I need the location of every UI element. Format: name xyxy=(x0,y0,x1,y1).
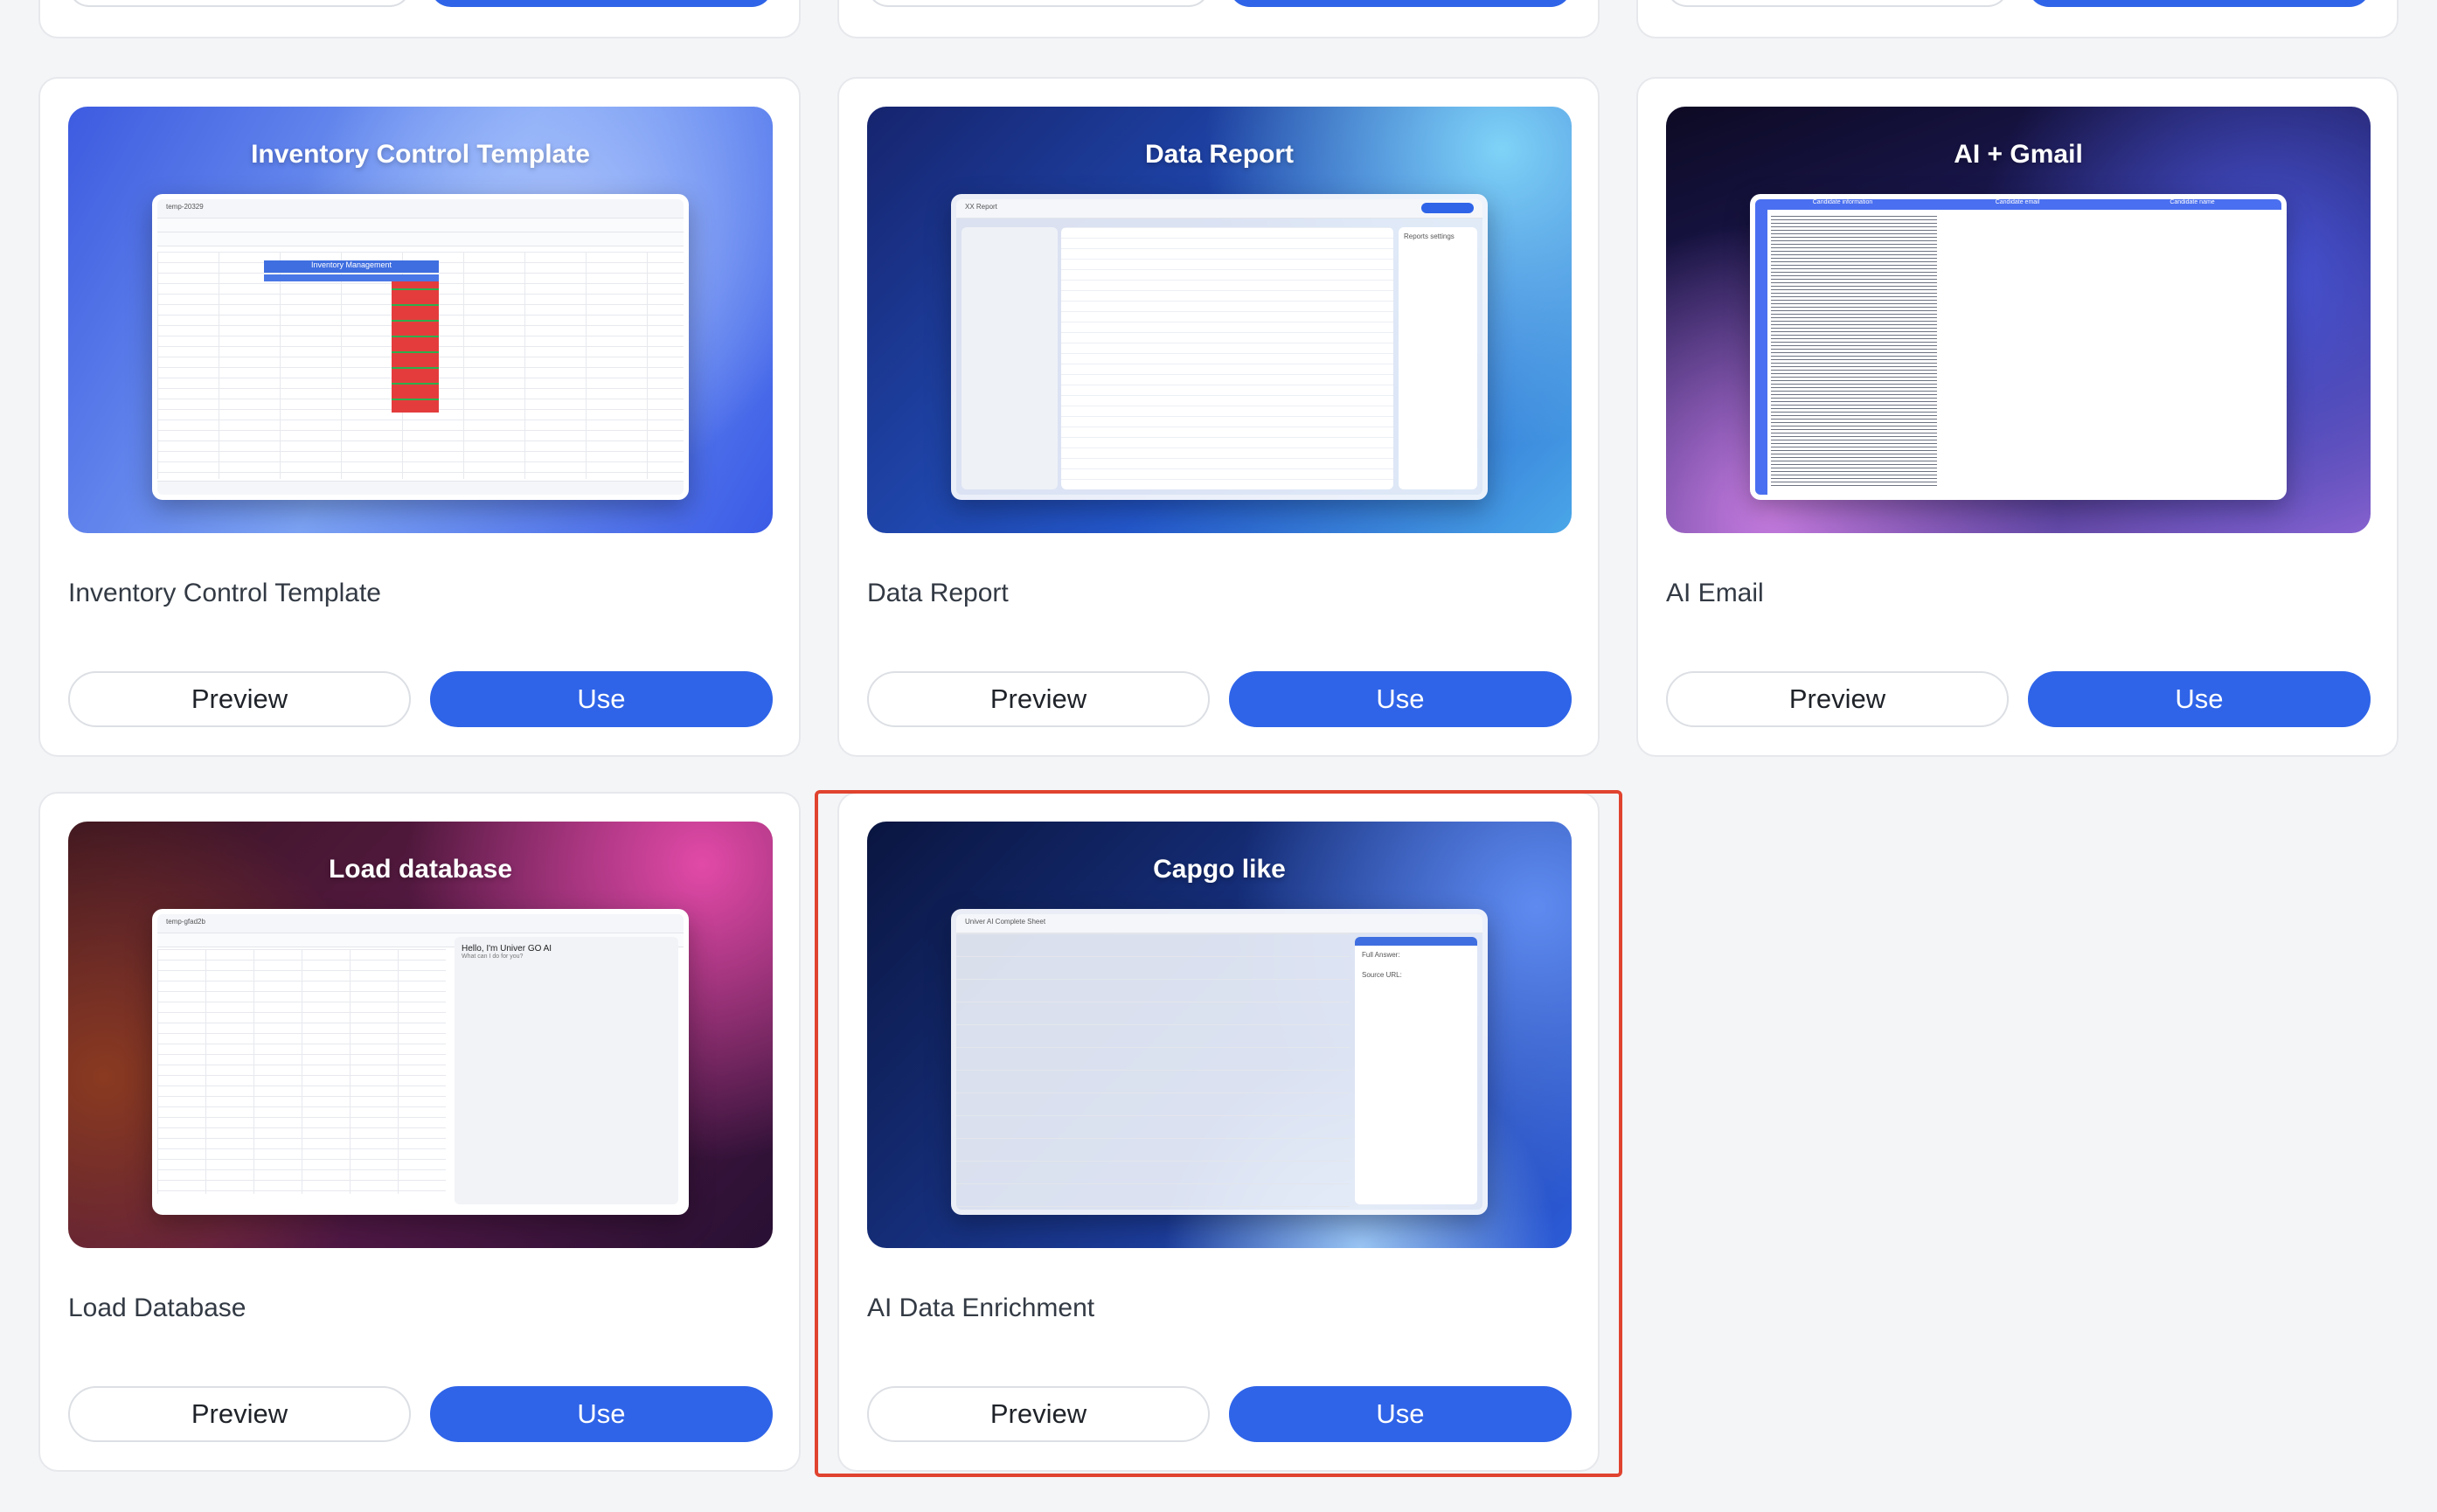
template-gallery: Inventory Control Template temp-20329 In… xyxy=(0,0,2437,1512)
source-label: Source URL: xyxy=(1362,971,1402,979)
template-card-partial xyxy=(837,0,1600,38)
thumbnail-title: Load database xyxy=(328,855,513,884)
use-button[interactable]: Use xyxy=(2028,671,2371,727)
use-button[interactable] xyxy=(2028,0,2371,7)
preview-button[interactable]: Preview xyxy=(867,1386,1210,1442)
card-title: Data Report xyxy=(867,579,1009,607)
preview-button[interactable]: Preview xyxy=(867,671,1210,727)
use-button[interactable]: Use xyxy=(1229,1386,1572,1442)
file-name: temp-20329 xyxy=(157,199,684,218)
template-thumbnail[interactable]: AI + Gmail Candidate information Candida… xyxy=(1666,107,2371,533)
thumbnail-title: Inventory Control Template xyxy=(251,140,590,169)
spreadsheet-preview: temp-20329 Inventory Management xyxy=(152,194,689,500)
card-title: Inventory Control Template xyxy=(68,579,381,607)
preview-button[interactable]: Preview xyxy=(1666,671,2009,727)
answer-label: Full Answer: xyxy=(1362,951,1400,959)
card-title: Load Database xyxy=(68,1294,246,1322)
use-button[interactable]: Use xyxy=(430,671,773,727)
assistant-greeting: Hello, I'm Univer GO AI xyxy=(462,944,552,954)
template-card-ai-email: AI + Gmail Candidate information Candida… xyxy=(1636,77,2399,757)
card-title: AI Data Enrichment xyxy=(867,1294,1095,1322)
template-thumbnail[interactable]: Inventory Control Template temp-20329 In… xyxy=(68,107,773,533)
thumbnail-title: Data Report xyxy=(1144,140,1295,169)
report-settings-label: Reports settings xyxy=(1404,232,1455,240)
preview-button[interactable] xyxy=(867,0,1210,7)
template-thumbnail[interactable]: Load database temp-gfad2b Hello, I'm Uni… xyxy=(68,822,773,1248)
sheet-header: Inventory Management xyxy=(264,260,439,273)
sheet-title: Univer AI Complete Sheet xyxy=(956,914,1482,933)
template-card-partial xyxy=(1636,0,2399,38)
file-name: temp-gfad2b xyxy=(157,914,684,933)
card-title: AI Email xyxy=(1666,579,1764,607)
use-button[interactable] xyxy=(430,0,773,7)
use-button[interactable]: Use xyxy=(1229,671,1572,727)
preview-button[interactable]: Preview xyxy=(68,671,411,727)
use-button[interactable] xyxy=(1229,0,1572,7)
column-header: Candidate information xyxy=(1812,199,1873,205)
preview-button[interactable] xyxy=(1666,0,2009,7)
email-sheet-preview: Candidate information Candidate email Ca… xyxy=(1750,194,2287,500)
column-header: Candidate name xyxy=(2170,199,2215,205)
preview-button[interactable] xyxy=(68,0,411,7)
template-card-partial xyxy=(38,0,801,38)
preview-button[interactable]: Preview xyxy=(68,1386,411,1442)
template-thumbnail[interactable]: Data Report XX Report Reports settings xyxy=(867,107,1572,533)
thumbnail-title: Capgo like xyxy=(1153,855,1286,884)
template-card-inventory: Inventory Control Template temp-20329 In… xyxy=(38,77,801,757)
enrichment-sheet-preview: Univer AI Complete Sheet Full Answer: So… xyxy=(951,909,1488,1215)
thumbnail-title: AI + Gmail xyxy=(1954,140,2083,169)
use-button[interactable]: Use xyxy=(430,1386,773,1442)
template-card-data-report: Data Report XX Report Reports settings D… xyxy=(837,77,1600,757)
column-header: Candidate email xyxy=(1995,199,2040,205)
report-title: XX Report xyxy=(965,203,997,211)
template-card-ai-data-enrichment: Capgo like Univer AI Complete Sheet Full… xyxy=(837,792,1600,1472)
database-sheet-preview: temp-gfad2b Hello, I'm Univer GO AI What… xyxy=(152,909,689,1215)
assistant-subtitle: What can I do for you? xyxy=(462,954,524,960)
template-thumbnail[interactable]: Capgo like Univer AI Complete Sheet Full… xyxy=(867,822,1572,1248)
template-card-load-database: Load database temp-gfad2b Hello, I'm Uni… xyxy=(38,792,801,1472)
report-preview: XX Report Reports settings xyxy=(951,194,1488,500)
